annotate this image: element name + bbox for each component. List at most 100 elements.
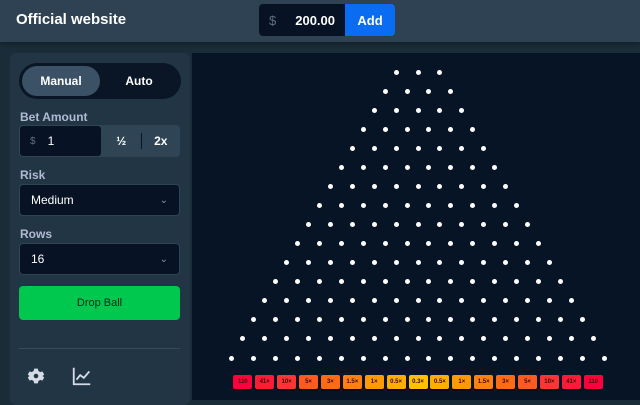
peg [459,336,465,342]
bet-amount-label: Bet Amount [20,110,88,124]
peg [426,355,432,361]
bet-amount-group: $1 ½ 2x [19,125,180,157]
peg [393,69,399,75]
bet-amount-input[interactable]: $1 [20,126,101,156]
wallet: $200.00 Add [259,4,395,36]
peg [514,241,520,247]
peg [503,298,509,304]
peg [360,241,366,247]
peg [262,298,268,304]
add-funds-button[interactable]: Add [345,4,395,36]
peg [404,317,410,323]
peg [492,241,498,247]
peg [481,145,487,151]
peg [470,241,476,247]
peg [492,355,498,361]
risk-select[interactable]: Medium ⌄ [19,184,180,216]
peg [514,317,520,323]
peg [382,164,388,170]
peg [426,126,432,132]
multiplier-bucket: 1.5× [342,375,362,389]
multiplier-bucket: 3× [320,375,340,389]
peg [382,317,388,323]
peg [229,355,235,361]
peg [382,279,388,285]
peg [415,336,421,342]
peg [448,126,454,132]
peg [404,202,410,208]
peg [481,222,487,228]
peg [327,336,333,342]
header: Official website $200.00 Add [0,0,640,42]
peg [470,355,476,361]
peg [251,317,257,323]
peg [393,260,399,266]
tab-manual[interactable]: Manual [22,66,100,96]
peg [295,241,301,247]
peg [448,355,454,361]
peg [393,336,399,342]
peg [546,298,552,304]
peg [557,279,563,285]
multiplier-bucket: 10× [539,375,559,389]
peg [437,69,443,75]
chart-icon[interactable] [71,365,93,387]
peg [492,279,498,285]
peg [349,183,355,189]
peg [426,164,432,170]
multiplier-bucket: 5× [299,375,318,389]
peg [492,317,498,323]
peg [437,298,443,304]
peg [382,202,388,208]
plinko-board: 110 41× 10× 5× 3× 1.5× 1× 0.5× 0.3× 0.5× 1× 1.5× 3× 5… [192,53,640,400]
multiplier-bucket: 10× [277,375,297,389]
peg [426,88,432,94]
multiplier-bucket: 41× [561,375,581,389]
peg [371,183,377,189]
peg [360,202,366,208]
peg [360,279,366,285]
peg [284,336,290,342]
multiplier-bucket: 0.5× [386,375,406,389]
peg [470,279,476,285]
peg [459,183,465,189]
peg [525,222,530,228]
peg [349,260,355,266]
peg [448,164,454,170]
peg [601,355,607,361]
peg [240,336,246,342]
peg [448,279,454,285]
peg [470,317,476,323]
rows-value: 16 [31,252,45,266]
peg [426,317,432,323]
peg [393,145,399,151]
gear-icon[interactable] [25,365,47,387]
tab-auto[interactable]: Auto [100,66,178,96]
balance-display: $200.00 [259,4,345,36]
peg [437,222,443,228]
peg [557,317,563,323]
multiplier-bucket: 110 [583,375,603,389]
peg [393,298,399,304]
peg [525,260,530,266]
peg [437,260,443,266]
peg [404,241,410,247]
peg [481,183,487,189]
risk-label: Risk [20,168,46,182]
rows-label: Rows [20,227,53,241]
multiplier-bucket: 0.5× [430,375,450,389]
peg [327,260,333,266]
peg [273,317,279,323]
peg [295,317,301,323]
drop-ball-button[interactable]: Drop Ball [19,286,180,320]
peg [316,279,322,285]
half-bet-button[interactable]: ½ [102,125,141,157]
rows-select[interactable]: 16 ⌄ [19,243,180,275]
double-bet-button[interactable]: 2x [142,125,181,157]
peg [338,355,344,361]
site-title: Official website [16,11,127,28]
peg [535,279,541,285]
peg [459,260,465,266]
peg [306,336,311,342]
peg [448,88,454,94]
